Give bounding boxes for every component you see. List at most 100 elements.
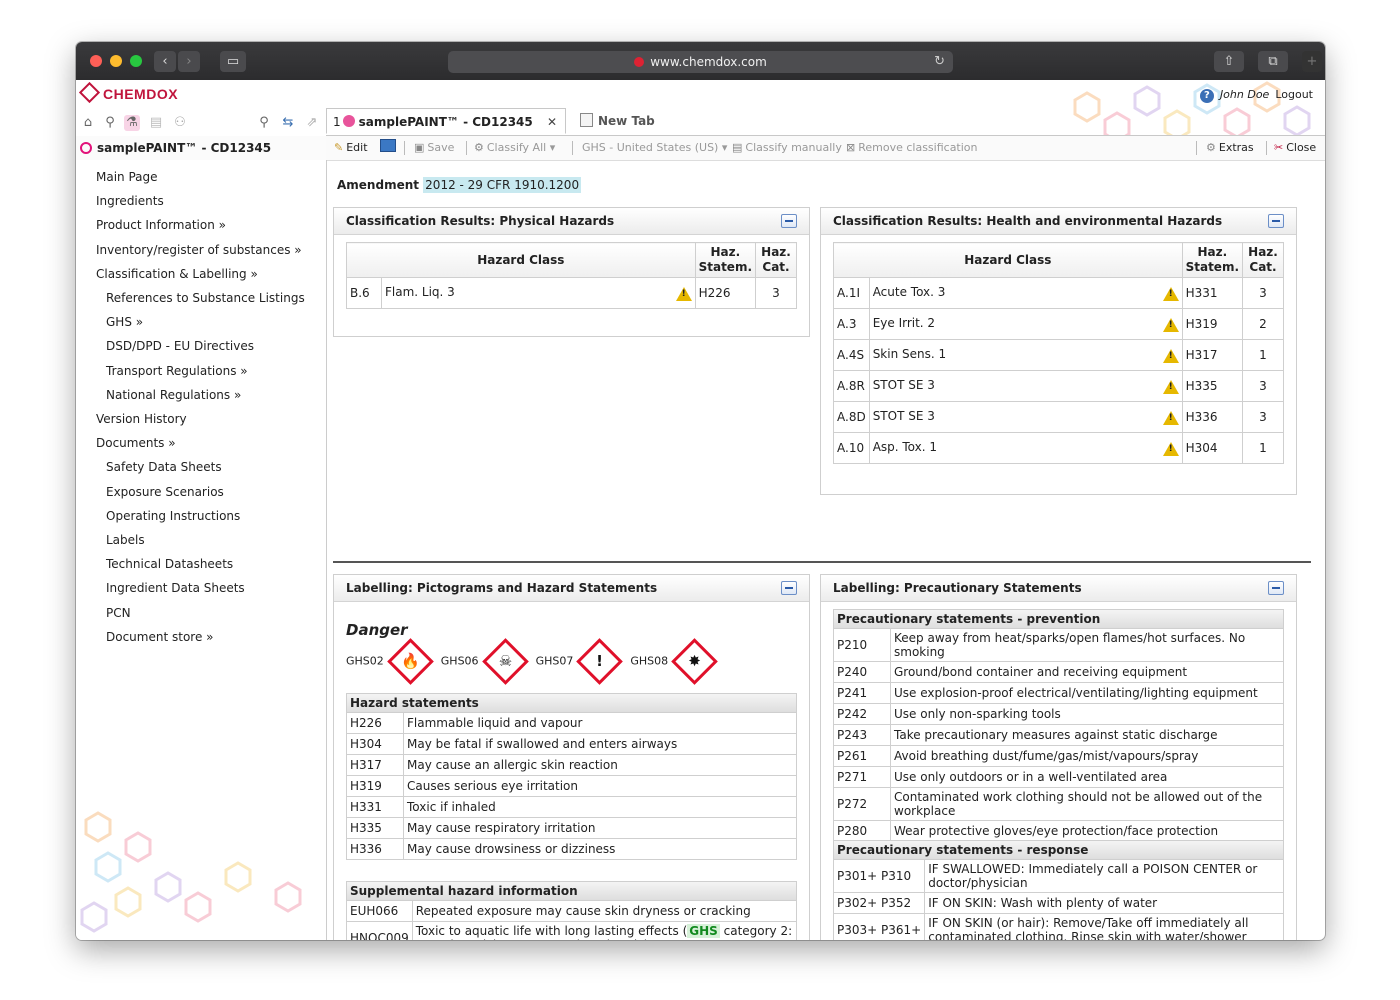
product-title: samplePAINT™ - CD12345 [97, 141, 272, 155]
region-select[interactable]: GHS - United States (US) ▾ [582, 136, 727, 160]
zoom-window-button[interactable] [130, 55, 142, 67]
pictogram-code: GHS08 [630, 654, 669, 668]
statement-code: P240 [833, 661, 891, 683]
statement-code: P243 [833, 724, 891, 746]
sidebar-item[interactable]: Ingredients [96, 194, 164, 208]
find-icon[interactable]: ⚲ [256, 115, 272, 131]
minimize-window-button[interactable] [110, 55, 122, 67]
reload-icon[interactable]: ↻ [934, 51, 945, 73]
export-icon[interactable]: ⇗ [304, 115, 320, 131]
close-button[interactable]: ✂ Close [1274, 136, 1316, 160]
hazard-code: A.8D [833, 401, 870, 433]
new-tab-button[interactable]: + [1302, 51, 1322, 72]
sidebar-item[interactable]: Inventory/register of substances » [96, 243, 302, 257]
warning-icon [1162, 411, 1179, 425]
new-tab-icon [580, 113, 593, 127]
chemdox-logo[interactable]: CHEMDOX [78, 81, 178, 104]
statement-code: H304 [346, 733, 404, 755]
hazard-code: A.4S [833, 339, 870, 371]
sidebar-item[interactable]: Safety Data Sheets [106, 460, 222, 474]
tab-new[interactable]: New Tab [574, 108, 700, 134]
sync-icon[interactable]: ⇆ [280, 115, 296, 131]
statement-code: P271 [833, 766, 891, 788]
pictogram: GHS07! [536, 638, 624, 685]
hazard-row: A.8DSTOT SE 3 H3363 [833, 401, 1284, 433]
collapse-button[interactable] [781, 581, 797, 595]
sidebar-item[interactable]: GHS » [106, 315, 143, 329]
sidebar-item[interactable]: Classification & Labelling » [96, 267, 258, 281]
tab-sample-paint[interactable]: 1 samplePAINT™ - CD12345 ✕ [326, 108, 566, 134]
hazard-statement: H226 [694, 277, 757, 309]
collapse-button[interactable] [1268, 214, 1284, 228]
save-icon: ▣ [414, 141, 425, 154]
save-button[interactable]: ▣ Save [414, 136, 454, 160]
statement-row: H335 May cause respiratory irritation [346, 817, 797, 839]
statement-text: Avoid breathing dust/fume/gas/mist/vapou… [890, 745, 1284, 767]
sidebar-item[interactable]: Document store » [106, 630, 214, 644]
signal-word: Danger [346, 621, 408, 639]
statement-row: P210 Keep away from heat/sparks/open flam… [833, 628, 1284, 662]
pictogram-glyph: 🔥 [400, 652, 420, 670]
hazard-statement: H331 [1181, 277, 1244, 309]
extras-button[interactable]: ⚙ Extras [1206, 136, 1254, 160]
home-icon[interactable]: ⌂ [80, 115, 96, 131]
share-button[interactable]: ⇧ [1214, 51, 1244, 72]
sidebar-item[interactable]: Exposure Scenarios [106, 485, 224, 499]
help-icon[interactable]: ? [1199, 89, 1214, 103]
edit-button[interactable]: ✎ Edit [334, 136, 368, 160]
warning-icon [1162, 349, 1179, 363]
amendment-value[interactable]: 2012 - 29 CFR 1910.1200 [423, 177, 582, 193]
sidebar-item[interactable]: Product Information » [96, 218, 226, 232]
sidebar-item[interactable]: DSD/DPD - EU Directives [106, 339, 254, 353]
tabs-overview-button[interactable]: ⧉ [1258, 51, 1288, 72]
classify-manually-button[interactable]: ▤ Classify manually [732, 136, 842, 160]
address-bar[interactable]: www.chemdox.com ↻ [448, 51, 953, 73]
statement-row: P241 Use explosion-proof electrical/venti… [833, 682, 1284, 704]
pictogram-glyph: ✸ [688, 652, 701, 670]
sidebar-item[interactable]: Ingredient Data Sheets [106, 581, 245, 595]
sidebar-item[interactable]: Main Page [96, 170, 158, 184]
forward-button[interactable]: › [178, 51, 200, 72]
hazard-name-text: STOT SE 3 [872, 378, 935, 392]
product-icon[interactable]: ⚗ [124, 115, 140, 131]
remove-classification-button[interactable]: ⊠ Remove classification [846, 136, 978, 160]
sidebar-toggle-button[interactable]: ▭ [220, 51, 246, 72]
sidebar-item[interactable]: Operating Instructions [106, 509, 240, 523]
hazard-statement: H304 [1181, 432, 1244, 464]
users-icon[interactable]: ⚇ [172, 115, 188, 131]
statement-row: H226 Flammable liquid and vapour [346, 712, 797, 734]
info-button[interactable] [380, 136, 396, 160]
statement-text: Keep away from heat/sparks/open flames/h… [890, 628, 1284, 662]
app-header: CHEMDOX ? John Doe Logout [76, 80, 1325, 107]
close-window-button[interactable] [90, 55, 102, 67]
close-tab-icon[interactable]: ✕ [547, 109, 557, 135]
document-icon[interactable]: ▤ [148, 115, 164, 131]
user-name: John Doe [1219, 88, 1270, 101]
search-icon[interactable]: ⚲ [102, 115, 118, 131]
user-box: ? John Doe Logout [1199, 88, 1313, 103]
sidebar-item[interactable]: Labels [106, 533, 145, 547]
statement-row: P271 Use only outdoors or in a well-venti… [833, 766, 1284, 788]
collapse-button[interactable] [781, 214, 797, 228]
warning-icon [1162, 318, 1179, 332]
sidebar-item[interactable]: Version History [96, 412, 187, 426]
statement-row: H319 Causes serious eye irritation [346, 775, 797, 797]
sidebar-item[interactable]: PCN [106, 606, 131, 620]
statement-code: P302+ P352 [832, 892, 926, 914]
sidebar-item[interactable]: References to Substance Listings [106, 291, 305, 305]
classify-all-button[interactable]: ⚙ Classify All ▾ [474, 136, 555, 160]
logout-link[interactable]: Logout [1275, 88, 1313, 101]
sidebar-item[interactable]: National Regulations » [106, 388, 241, 402]
hazard-name: STOT SE 3 [868, 401, 1183, 433]
statement-code: P272 [833, 787, 891, 821]
sidebar-item[interactable]: Transport Regulations » [106, 364, 248, 378]
warning-icon [1162, 287, 1179, 301]
main-content: Amendment 2012 - 29 CFR 1910.1200 Classi… [327, 160, 1325, 940]
back-button[interactable]: ‹ [154, 51, 176, 72]
hazard-statement: H317 [1181, 339, 1244, 371]
quick-icon-bar: ⌂ ⚲ ⚗ ▤ ⚇ ⚲ ⇆ ⇗ [76, 112, 326, 136]
statement-text: IF ON SKIN: Wash with plenty of water [924, 892, 1284, 914]
collapse-button[interactable] [1268, 581, 1284, 595]
sidebar-item[interactable]: Documents » [96, 436, 176, 450]
sidebar-item[interactable]: Technical Datasheets [106, 557, 233, 571]
